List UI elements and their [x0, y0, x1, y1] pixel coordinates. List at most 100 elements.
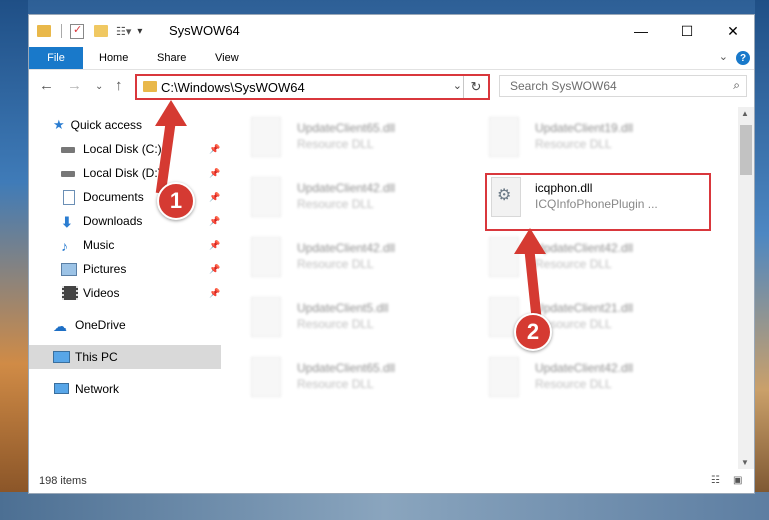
- vertical-scrollbar[interactable]: ▲ ▼: [738, 107, 754, 469]
- file-item[interactable]: UpdateClient42.dll Resource DLL: [467, 235, 697, 285]
- ribbon-tabs: File Home Share View ⌄ ?: [29, 47, 754, 70]
- properties-icon[interactable]: ✓: [70, 23, 84, 39]
- sidebar-item-label: Local Disk (D:): [83, 166, 162, 180]
- sidebar-item-label: Local Disk (C:): [83, 142, 162, 156]
- file-item[interactable]: UpdateClient42.dll Resource DLL: [229, 175, 459, 225]
- file-description: Resource DLL: [535, 377, 612, 391]
- pin-icon[interactable]: 📌: [209, 240, 220, 251]
- dll-file-icon: [489, 117, 519, 157]
- pin-icon[interactable]: 📌: [209, 192, 220, 203]
- scroll-up-icon[interactable]: ▲: [741, 109, 749, 118]
- file-description: Resource DLL: [535, 137, 612, 151]
- file-description: Resource DLL: [535, 257, 612, 271]
- item-count: 198 items: [39, 475, 87, 487]
- close-button[interactable]: ✕: [710, 15, 756, 47]
- large-icons-view-icon[interactable]: ▣: [733, 475, 747, 487]
- sidebar-item-pictures[interactable]: Pictures 📌: [29, 257, 221, 281]
- pin-icon[interactable]: 📌: [209, 144, 220, 155]
- scroll-thumb[interactable]: [740, 125, 752, 175]
- sidebar-item-this-pc[interactable]: This PC: [29, 345, 221, 369]
- file-item[interactable]: UpdateClient21.dll Resource DLL: [467, 295, 697, 345]
- file-name: UpdateClient42.dll: [535, 241, 634, 255]
- sidebar-item-label: Network: [75, 382, 120, 396]
- dll-file-icon: [251, 297, 281, 337]
- dll-file-icon: [251, 237, 281, 277]
- minimize-button[interactable]: —: [618, 15, 664, 47]
- sidebar-item-label: Pictures: [83, 262, 127, 276]
- address-bar[interactable]: C:\Windows\SysWOW64 ⌄ ↻: [135, 74, 490, 100]
- chevron-down-icon[interactable]: ⌄: [453, 79, 462, 92]
- cloud-icon: ☁: [53, 318, 67, 334]
- dll-file-icon: [489, 357, 519, 397]
- file-item[interactable]: UpdateClient19.dll Resource DLL: [467, 115, 697, 165]
- sidebar-item-downloads[interactable]: ⬇ Downloads 📌: [29, 209, 221, 233]
- navigation-pane: ★ Quick access Local Disk (C:) 📌 Local D…: [29, 107, 221, 475]
- tab-home[interactable]: Home: [99, 47, 128, 69]
- help-icon[interactable]: ?: [736, 51, 750, 65]
- search-input[interactable]: Search SysWOW64: [510, 79, 617, 93]
- document-icon: [61, 190, 77, 205]
- file-description: Resource DLL: [297, 197, 374, 211]
- pin-icon[interactable]: 📌: [209, 216, 220, 227]
- quick-access-toolbar: ✓ ☷▾ ▾: [37, 22, 142, 40]
- chevron-down-icon[interactable]: ▾: [137, 26, 142, 37]
- dll-file-icon: [251, 357, 281, 397]
- file-item[interactable]: UpdateClient5.dll Resource DLL: [229, 295, 459, 345]
- status-bar: 198 items ☷ ▣: [29, 469, 754, 493]
- file-item[interactable]: UpdateClient65.dll Resource DLL: [229, 355, 459, 405]
- details-view-icon[interactable]: ☷: [711, 475, 725, 487]
- customize-toolbar-icon[interactable]: ☷▾: [116, 25, 131, 38]
- desktop-background-left: [0, 0, 28, 520]
- sidebar-item-label: Quick access: [70, 118, 143, 132]
- explorer-window: ✓ ☷▾ ▾ SysWOW64 — ☐ ✕ File Home Share Vi…: [28, 14, 755, 494]
- forward-button[interactable]: →: [67, 77, 82, 94]
- maximize-button[interactable]: ☐: [664, 15, 710, 47]
- step-marker-2: 2: [514, 313, 552, 351]
- tab-file[interactable]: File: [29, 47, 83, 69]
- file-item[interactable]: UpdateClient42.dll Resource DLL: [467, 355, 697, 405]
- refresh-button[interactable]: ↻: [463, 76, 488, 98]
- pictures-icon: [61, 262, 77, 276]
- highlight-box-file: [485, 173, 711, 231]
- sidebar-item-videos[interactable]: Videos 📌: [29, 281, 221, 305]
- file-name: UpdateClient42.dll: [535, 361, 634, 375]
- file-item[interactable]: UpdateClient65.dll Resource DLL: [229, 115, 459, 165]
- ribbon-expand-icon[interactable]: ⌄: [719, 50, 728, 63]
- pin-icon[interactable]: 📌: [209, 168, 220, 179]
- pin-icon[interactable]: 📌: [209, 264, 220, 275]
- sidebar-item-onedrive[interactable]: ☁ OneDrive: [29, 313, 221, 337]
- desktop-background-right: [755, 0, 769, 520]
- sidebar-item-local-disk-c[interactable]: Local Disk (C:) 📌: [29, 137, 221, 161]
- recent-locations-button[interactable]: ⌄: [95, 81, 103, 92]
- tab-share[interactable]: Share: [157, 47, 186, 69]
- sidebar-item-label: Downloads: [83, 214, 143, 228]
- sidebar-item-quick-access[interactable]: ★ Quick access: [29, 113, 221, 137]
- file-description: Resource DLL: [297, 137, 374, 151]
- sidebar-item-label: This PC: [75, 350, 118, 364]
- back-button[interactable]: ←: [39, 77, 54, 94]
- sidebar-item-local-disk-d[interactable]: Local Disk (D:) 📌: [29, 161, 221, 185]
- file-name: UpdateClient65.dll: [297, 121, 396, 135]
- up-button[interactable]: ↑: [115, 77, 123, 94]
- video-icon: [61, 286, 78, 300]
- tab-view[interactable]: View: [215, 47, 239, 69]
- dll-file-icon: [251, 117, 281, 157]
- address-path[interactable]: C:\Windows\SysWOW64: [161, 80, 305, 95]
- star-icon: ★: [53, 117, 65, 132]
- search-box[interactable]: Search SysWOW64 ⌕: [499, 75, 747, 97]
- drive-icon: [61, 166, 77, 180]
- network-icon: [53, 382, 69, 396]
- new-folder-icon[interactable]: [94, 25, 108, 37]
- folder-icon[interactable]: [37, 25, 51, 37]
- file-name: UpdateClient42.dll: [297, 241, 396, 255]
- search-icon[interactable]: ⌕: [733, 78, 740, 93]
- annotation-arrowhead-1: [155, 100, 187, 126]
- file-name: UpdateClient65.dll: [297, 361, 396, 375]
- file-name: UpdateClient21.dll: [535, 301, 634, 315]
- pin-icon[interactable]: 📌: [209, 288, 220, 299]
- file-description: Resource DLL: [297, 257, 374, 271]
- scroll-down-icon[interactable]: ▼: [741, 458, 749, 467]
- sidebar-item-music[interactable]: ♪ Music 📌: [29, 233, 221, 257]
- sidebar-item-network[interactable]: Network: [29, 377, 221, 401]
- file-item[interactable]: UpdateClient42.dll Resource DLL: [229, 235, 459, 285]
